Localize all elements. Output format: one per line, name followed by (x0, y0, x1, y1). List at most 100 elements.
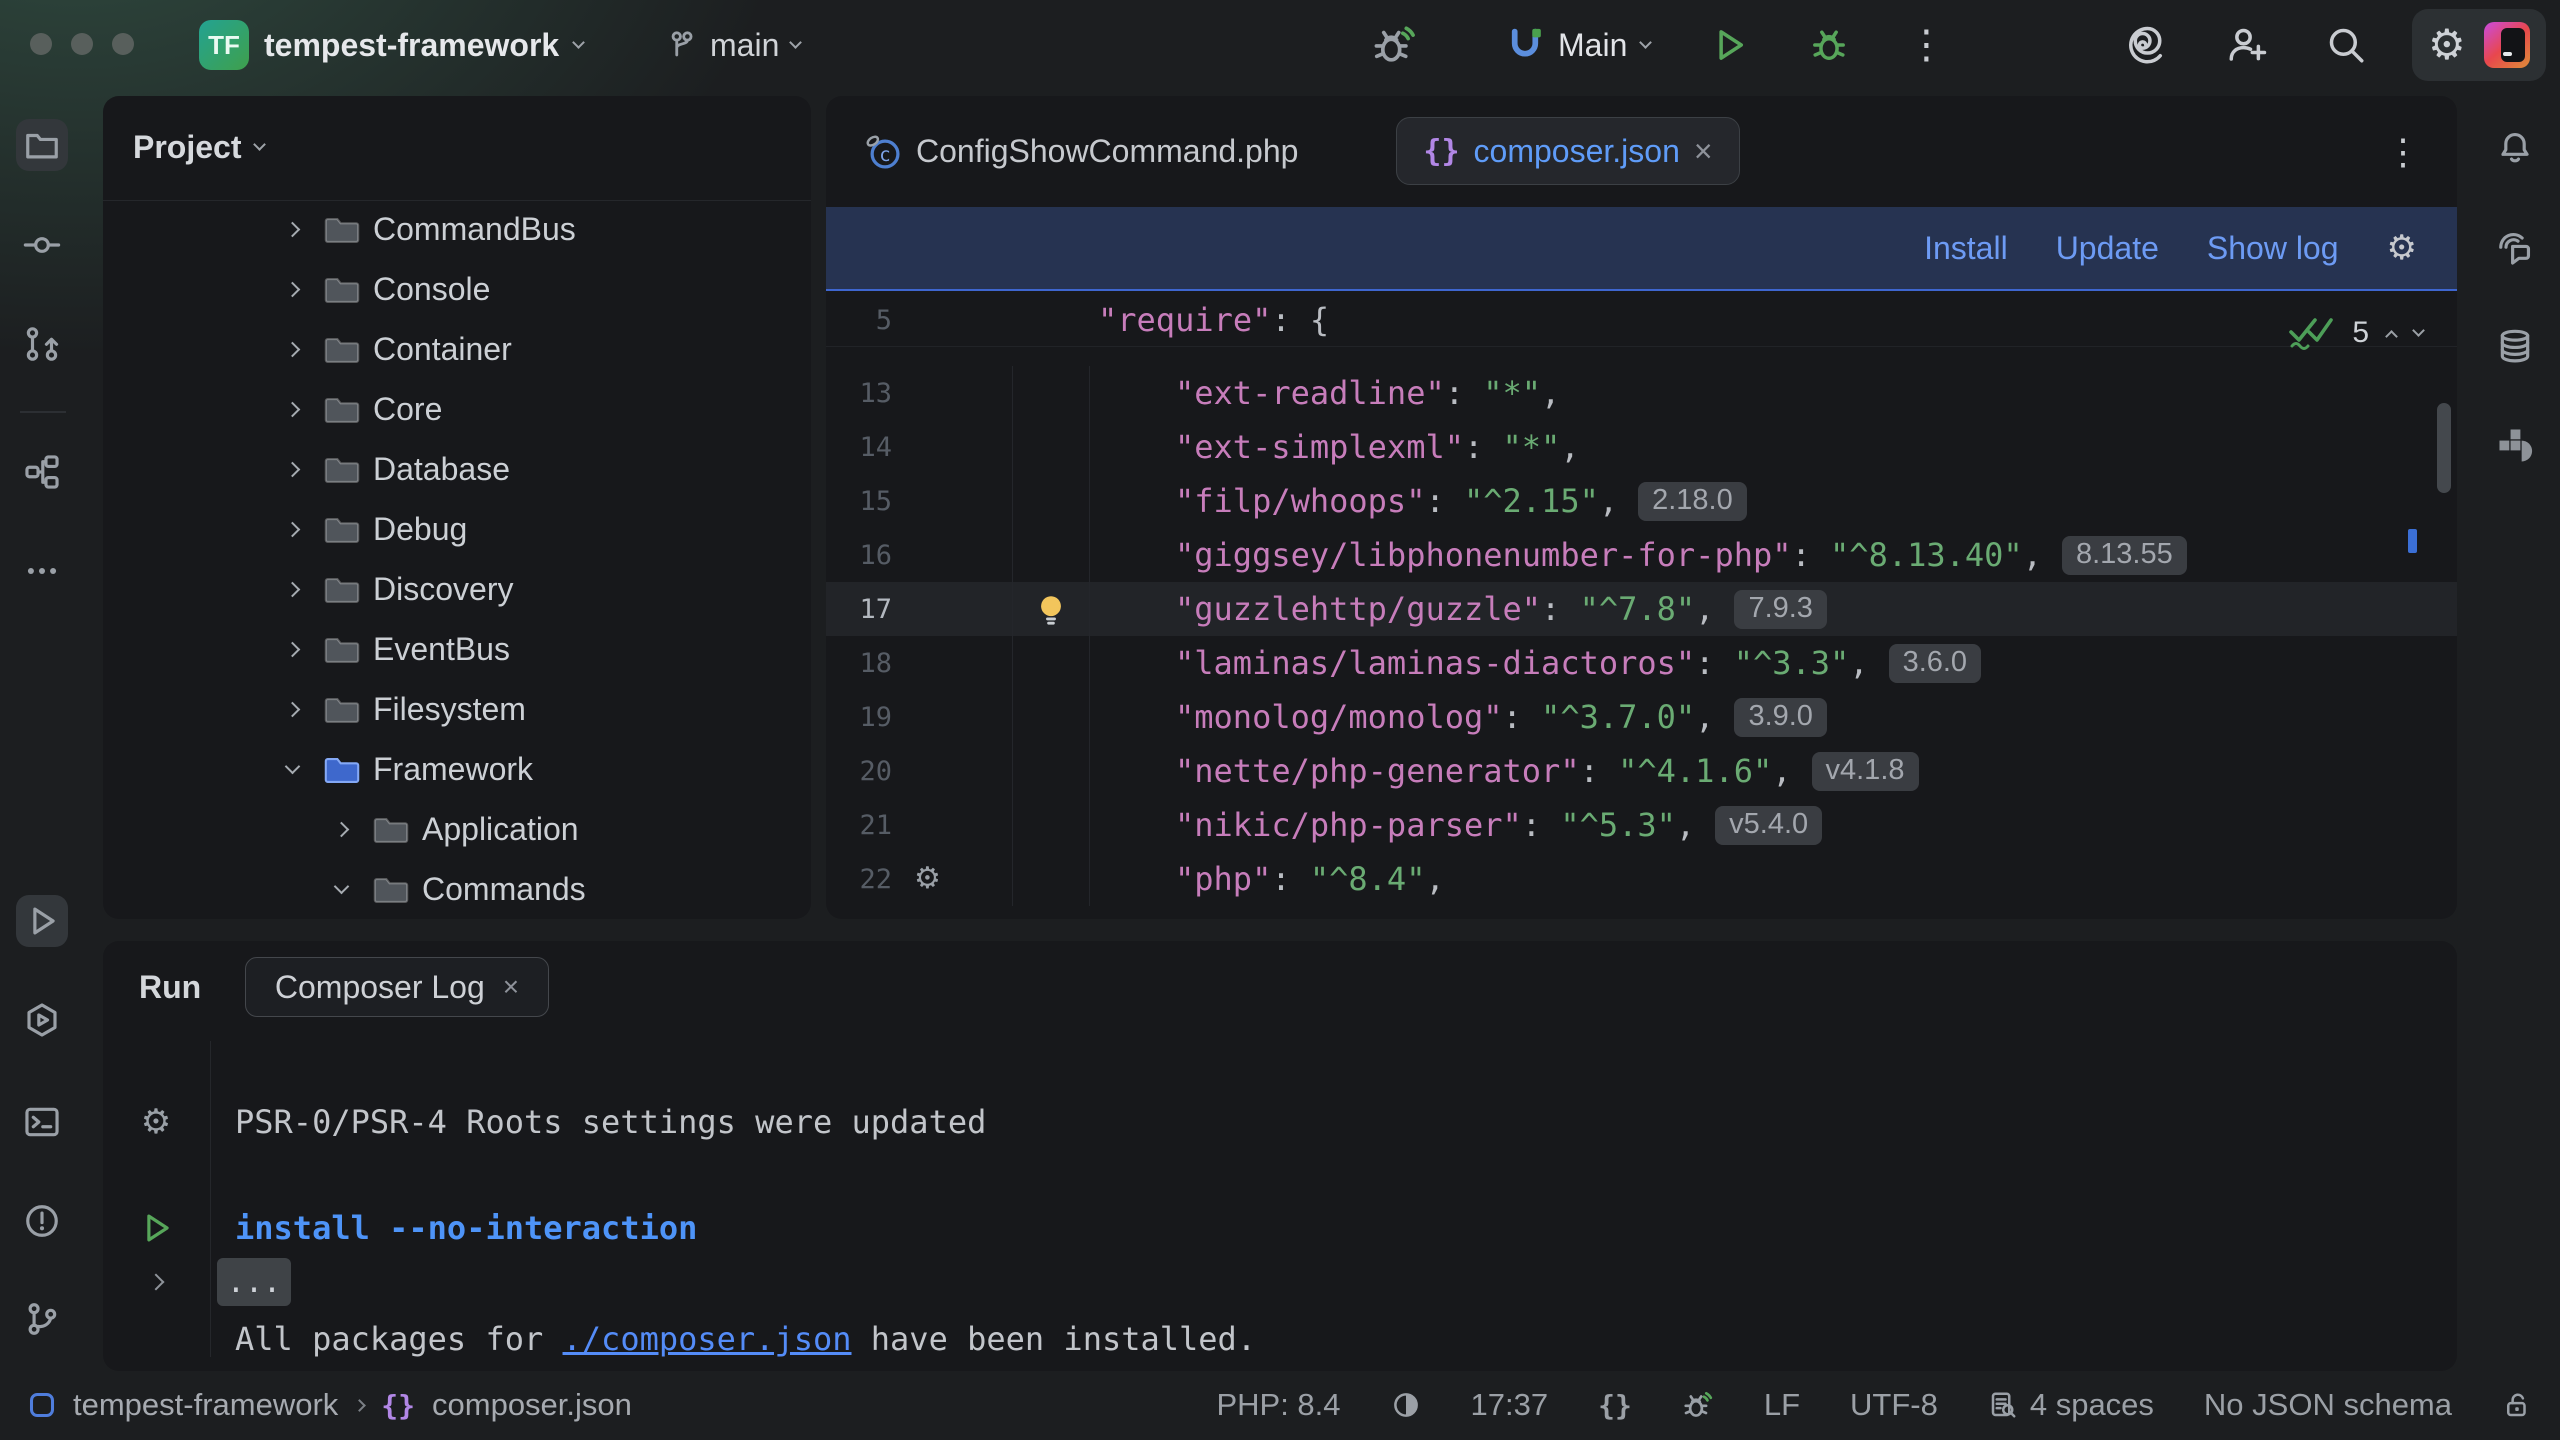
dependencies-tool-button[interactable] (2489, 419, 2541, 471)
window-close-button[interactable] (30, 33, 52, 55)
project-tool-button[interactable] (16, 119, 68, 171)
search-everywhere-button[interactable] (2325, 0, 2367, 90)
debug-button[interactable] (1808, 24, 1850, 66)
fold-chevron-icon[interactable] (148, 1274, 165, 1291)
run-config-selector[interactable]: Main (1506, 26, 1650, 64)
tree-item-commands[interactable]: Commands (103, 859, 811, 919)
tree-item-discovery[interactable]: Discovery (103, 559, 811, 619)
project-panel-header[interactable]: Project (133, 96, 264, 199)
settings-gear-button[interactable]: ⚙ (2428, 24, 2466, 66)
contrast-icon[interactable] (1391, 1390, 1421, 1420)
php-version-widget[interactable]: PHP: 8.4 (1216, 1387, 1340, 1423)
window-zoom-button[interactable] (112, 33, 134, 55)
run-button[interactable] (1708, 24, 1750, 66)
tree-item-application[interactable]: Application (103, 799, 811, 859)
breadcrumb-project[interactable]: tempest-framework (73, 1387, 338, 1423)
tree-chevron-icon[interactable] (287, 404, 321, 415)
close-tab-icon[interactable]: × (1694, 135, 1713, 167)
tree-item-database[interactable]: Database (103, 439, 811, 499)
console-settings-icon[interactable]: ⚙ (141, 1105, 171, 1139)
next-problem-button[interactable] (2412, 324, 2425, 337)
update-link[interactable]: Update (2056, 230, 2159, 267)
banner-settings-icon[interactable]: ⚙ (2387, 231, 2417, 265)
code-with-me-button[interactable] (2226, 0, 2268, 90)
composer-log-tab[interactable]: Composer Log × (245, 957, 549, 1017)
structure-tool-button[interactable] (16, 446, 68, 498)
code-line-22[interactable]: 22⚙"php": "^8.4", (826, 852, 2457, 906)
tree-chevron-icon[interactable] (287, 584, 321, 595)
code-line-18[interactable]: 18"laminas/laminas-diactoros": "^3.3",3.… (826, 636, 2457, 690)
database-tool-button[interactable] (2489, 320, 2541, 372)
lock-icon[interactable] (2502, 1390, 2532, 1420)
folded-output[interactable]: ... (217, 1258, 291, 1306)
ai-chat-tool-button[interactable] (2489, 222, 2541, 274)
tree-chevron-icon[interactable] (287, 284, 321, 295)
code-area[interactable]: 13"ext-readline": "*",14"ext-simplexml":… (826, 366, 2457, 906)
code-line-20[interactable]: 20"nette/php-generator": "^4.1.6",v4.1.8 (826, 744, 2457, 798)
profiler-button[interactable] (1372, 0, 1416, 90)
tree-chevron-icon[interactable] (287, 524, 321, 535)
editor-options-button[interactable]: ⋮ (2385, 96, 2421, 207)
editor-scrollbar[interactable] (2437, 403, 2451, 493)
code-line-15[interactable]: 15"filp/whoops": "^2.15",2.18.0 (826, 474, 2457, 528)
profiler-status-icon[interactable] (1682, 1389, 1714, 1421)
tree-chevron-icon[interactable] (287, 644, 321, 655)
tree-chevron-icon[interactable] (336, 887, 370, 892)
tree-item-console[interactable]: Console (103, 259, 811, 319)
rerun-icon[interactable] (137, 1209, 175, 1247)
tree-chevron-icon[interactable] (287, 464, 321, 475)
close-tab-icon[interactable]: × (503, 973, 519, 1001)
encoding-widget[interactable]: UTF-8 (1850, 1387, 1938, 1423)
sticky-line-5[interactable]: 5"require": { (826, 293, 2457, 347)
git-tool-button[interactable] (16, 1293, 68, 1345)
project-widget[interactable]: TF tempest-framework (199, 0, 583, 90)
terminal-tool-button[interactable] (16, 1096, 68, 1148)
pull-requests-tool-button[interactable] (16, 318, 68, 370)
tree-item-filesystem[interactable]: Filesystem (103, 679, 811, 739)
tree-item-debug[interactable]: Debug (103, 499, 811, 559)
gutter-settings-icon[interactable]: ⚙ (914, 864, 941, 894)
braces-matcher-icon[interactable]: {} (1598, 1389, 1632, 1422)
tree-chevron-icon[interactable] (336, 824, 370, 835)
tree-item-framework[interactable]: Framework (103, 739, 811, 799)
window-minimize-button[interactable] (71, 33, 93, 55)
code-line-14[interactable]: 14"ext-simplexml": "*", (826, 420, 2457, 474)
more-actions-button[interactable]: ⋮ (1906, 25, 1946, 65)
commit-tool-button[interactable] (16, 219, 68, 271)
ai-assistant-button[interactable] (2123, 0, 2165, 90)
tab-composer-json[interactable]: {} composer.json × (1396, 117, 1740, 185)
tree-item-commandbus[interactable]: CommandBus (103, 199, 811, 259)
intention-bulb-icon[interactable] (1034, 592, 1068, 626)
breadcrumb-file[interactable]: composer.json (432, 1387, 632, 1423)
tree-chevron-icon[interactable] (287, 767, 321, 772)
tree-item-core[interactable]: Core (103, 379, 811, 439)
json-schema-widget[interactable]: No JSON schema (2204, 1387, 2452, 1423)
services-tool-button[interactable] (16, 994, 68, 1046)
tree-chevron-icon[interactable] (287, 344, 321, 355)
inspection-widget[interactable]: 5 (2288, 308, 2423, 358)
problems-tool-button[interactable] (16, 1195, 68, 1247)
prev-problem-button[interactable] (2385, 330, 2398, 343)
tree-item-container[interactable]: Container (103, 319, 811, 379)
clock-widget[interactable]: 17:37 (1471, 1387, 1549, 1423)
branch-widget[interactable]: main (664, 0, 800, 90)
show-log-link[interactable]: Show log (2207, 230, 2339, 267)
line-ending-widget[interactable]: LF (1764, 1387, 1800, 1423)
code-line-21[interactable]: 21"nikic/php-parser": "^5.3",v5.4.0 (826, 798, 2457, 852)
project-icon[interactable] (28, 1391, 56, 1419)
tree-item-eventbus[interactable]: EventBus (103, 619, 811, 679)
install-link[interactable]: Install (1924, 230, 2008, 267)
code-line-17[interactable]: 17"guzzlehttp/guzzle": "^7.8",7.9.3 (826, 582, 2457, 636)
more-tools-button[interactable] (16, 545, 68, 597)
tree-chevron-icon[interactable] (287, 704, 321, 715)
indent-widget[interactable]: 4 spaces (1988, 1387, 2154, 1423)
code-line-13[interactable]: 13"ext-readline": "*", (826, 366, 2457, 420)
tab-configshowcommand[interactable]: c ConfigShowCommand.php (864, 96, 1298, 207)
composer-json-link[interactable]: ./composer.json (563, 1320, 852, 1358)
run-tool-button[interactable] (16, 895, 68, 947)
notifications-tool-button[interactable] (2489, 122, 2541, 174)
code-line-16[interactable]: 16"giggsey/libphonenumber-for-php": "^8.… (826, 528, 2457, 582)
code-line-19[interactable]: 19"monolog/monolog": "^3.7.0",3.9.0 (826, 690, 2457, 744)
jetbrains-gradient-icon[interactable] (2484, 22, 2530, 68)
tree-chevron-icon[interactable] (287, 224, 321, 235)
